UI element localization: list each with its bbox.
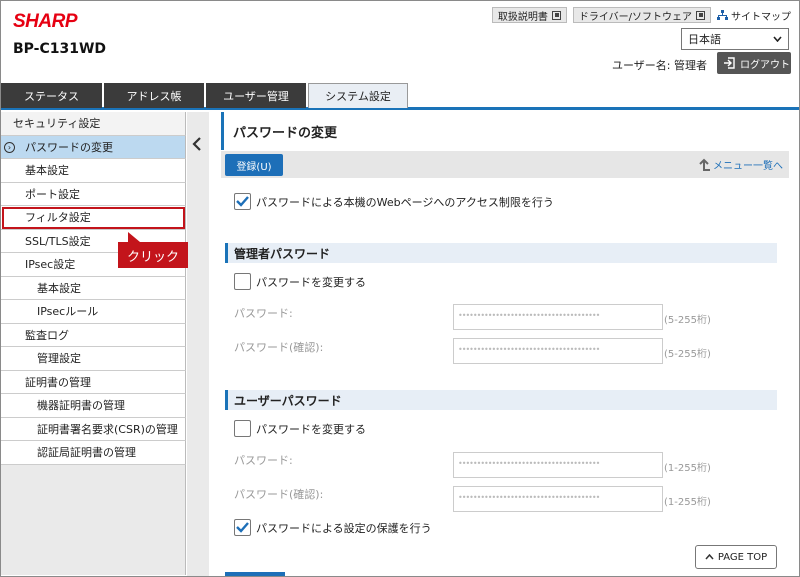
checkmark-icon — [236, 522, 249, 533]
sidebar-item-certificate-management[interactable]: 証明書の管理 — [1, 370, 186, 394]
chevron-down-icon — [773, 36, 782, 42]
admin-confirm-input[interactable]: •••••••••••••••••••••••••••••••••••••• — [453, 338, 663, 364]
chevron-left-icon — [192, 137, 201, 151]
sharp-logo: SHARP — [13, 11, 78, 32]
user-change-checkbox[interactable] — [234, 420, 251, 437]
menu-list-link[interactable]: メニュー一覧へ — [697, 157, 783, 172]
manual-link[interactable]: 取扱説明書 — [491, 7, 567, 23]
model-name: BP-C131WD — [13, 41, 107, 57]
tab-address-book[interactable]: アドレス帳 — [104, 83, 204, 108]
user-password-range: (1-255桁) — [664, 463, 711, 474]
sidebar-item-port-settings[interactable]: ポート設定 — [1, 182, 186, 206]
sitemap-icon — [717, 9, 728, 20]
sidebar-item-label: パスワードの変更 — [25, 140, 113, 154]
user-change-label: パスワードを変更する — [256, 422, 366, 436]
admin-change-label: パスワードを変更する — [256, 275, 366, 289]
driver-software-link[interactable]: ドライバー/ソフトウェア — [572, 7, 711, 23]
logout-button[interactable]: ログアウト — [717, 52, 791, 74]
user-confirm-label: パスワード(確認): — [234, 488, 324, 501]
sitemap-label: サイトマップ — [731, 11, 791, 23]
logout-icon — [724, 57, 735, 69]
admin-change-row: パスワードを変更する — [234, 273, 366, 290]
admin-password-input[interactable]: •••••••••••••••••••••••••••••••••••••• — [453, 304, 663, 330]
protect-settings-label: パスワードによる設定の保護を行う — [256, 521, 432, 535]
sidebar: セキュリティ設定 › パスワードの変更 基本設定 ポート設定 フィルタ設定 SS… — [1, 112, 186, 576]
user-password-heading: ユーザーパスワード — [225, 390, 777, 410]
click-callout: クリック — [118, 232, 188, 268]
admin-password-heading: 管理者パスワード — [225, 243, 777, 263]
protect-settings-row: パスワードによる設定の保護を行う — [234, 519, 432, 536]
language-value: 日本語 — [688, 33, 721, 46]
admin-password-label: パスワード: — [234, 307, 293, 320]
sidebar-item-basic-settings[interactable]: 基本設定 — [1, 159, 186, 183]
menu-list-label: メニュー一覧へ — [713, 161, 783, 172]
sidebar-item-log-management[interactable]: 管理設定 — [1, 347, 186, 371]
register-button[interactable]: 登録(U) — [225, 154, 283, 176]
sidebar-filler — [1, 464, 186, 575]
user-password-label: パスワード: — [234, 454, 293, 467]
manual-link-label: 取扱説明書 — [497, 11, 548, 23]
user-password-input[interactable]: •••••••••••••••••••••••••••••••••••••• — [453, 452, 663, 478]
page-title: パスワードの変更 — [221, 112, 777, 150]
page-top-label: PAGE TOP — [717, 551, 768, 563]
sidebar-item-ipsec-rules[interactable]: IPsecルール — [1, 300, 186, 324]
admin-change-checkbox[interactable] — [234, 273, 251, 290]
sidebar-item-filter-settings[interactable]: フィルタ設定 — [1, 206, 186, 230]
user-confirm-input[interactable]: •••••••••••••••••••••••••••••••••••••• — [453, 486, 663, 512]
admin-password-range: (5-255桁) — [664, 315, 711, 326]
action-bar: 登録(U) メニュー一覧へ — [221, 151, 789, 178]
checkmark-icon — [236, 196, 249, 207]
tab-system-settings[interactable]: システム設定 — [308, 83, 408, 108]
protect-settings-checkbox[interactable] — [234, 519, 251, 536]
restrict-access-checkbox[interactable] — [234, 193, 251, 210]
tab-status[interactable]: ステータス — [1, 83, 102, 108]
tab-user-management[interactable]: ユーザー管理 — [206, 83, 306, 108]
sidebar-item-ca-certificate[interactable]: 認証局証明書の管理 — [1, 441, 186, 465]
sidebar-item-device-certificate[interactable]: 機器証明書の管理 — [1, 394, 186, 418]
logout-label: ログアウト — [740, 59, 790, 71]
external-link-icon — [551, 10, 561, 20]
sidebar-collapse-toggle[interactable] — [187, 112, 209, 576]
sidebar-item-password-change[interactable]: › パスワードの変更 — [1, 135, 186, 159]
sidebar-item-security-settings[interactable]: セキュリティ設定 — [1, 112, 186, 136]
sidebar-item-ipsec-basic[interactable]: 基本設定 — [1, 276, 186, 300]
restrict-access-row: パスワードによる本機のWebページへのアクセス制限を行う — [234, 193, 554, 210]
user-name: ユーザー名: 管理者 — [612, 59, 707, 72]
main-tabs: ステータス アドレス帳 ユーザー管理 システム設定 — [1, 83, 799, 110]
sidebar-item-audit-log[interactable]: 監査ログ — [1, 323, 186, 347]
admin-confirm-label: パスワード(確認): — [234, 341, 324, 354]
back-arrow-icon — [699, 158, 710, 171]
admin-confirm-range: (5-255桁) — [664, 349, 711, 360]
top-links: 取扱説明書 ドライバー/ソフトウェア サイトマップ — [491, 7, 791, 23]
chevron-up-icon — [705, 554, 714, 560]
chevron-right-icon: › — [4, 141, 15, 153]
user-confirm-range: (1-255桁) — [664, 497, 711, 508]
page-top-button[interactable]: PAGE TOP — [695, 545, 777, 569]
driver-link-label: ドライバー/ソフトウェア — [578, 11, 692, 23]
main-content: パスワードの変更 登録(U) メニュー一覧へ パスワードによる本機のWebページ… — [221, 112, 799, 576]
bottom-register-button-edge[interactable] — [225, 572, 285, 576]
sitemap-link[interactable]: サイトマップ — [717, 8, 791, 23]
user-change-row: パスワードを変更する — [234, 420, 366, 437]
restrict-access-label: パスワードによる本機のWebページへのアクセス制限を行う — [256, 195, 554, 209]
external-link-icon — [696, 10, 705, 20]
sidebar-item-csr[interactable]: 証明書署名要求(CSR)の管理 — [1, 417, 186, 441]
language-select[interactable]: 日本語 — [681, 28, 789, 50]
